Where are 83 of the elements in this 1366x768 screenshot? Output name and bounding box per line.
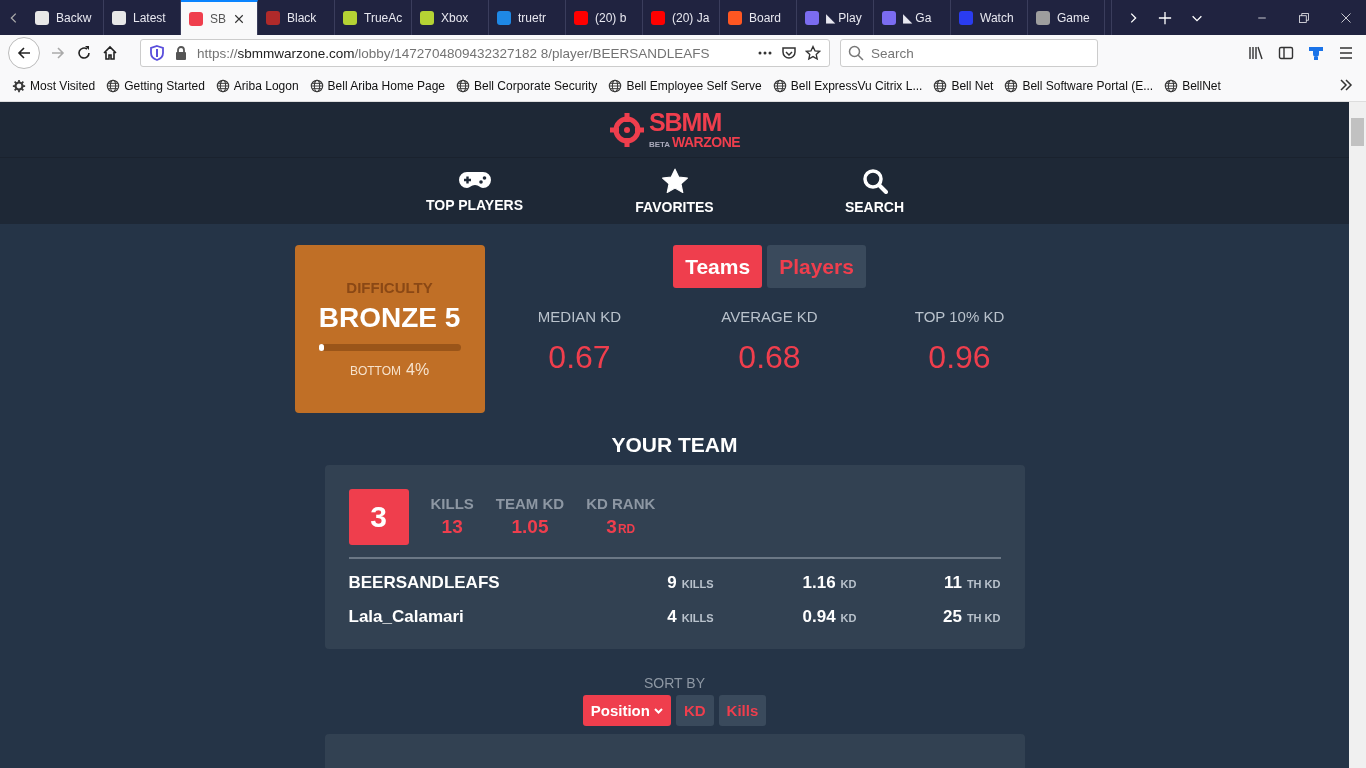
globe-icon[interactable]: [456, 79, 470, 93]
site-logo[interactable]: SBMM BETA WARZONE: [608, 110, 741, 149]
stat-label: KD RANK: [586, 495, 656, 512]
globe-icon[interactable]: [772, 79, 787, 93]
stat-value: 0.68: [738, 339, 801, 376]
stat-value: 3RD: [606, 516, 636, 538]
globe-icon[interactable]: [933, 79, 948, 93]
address-bar[interactable]: https://sbmmwarzone.com/lobby/1472704809432327182 8/player/BEERSANDLEAFS: [140, 39, 830, 67]
view-tab[interactable]: Teams: [673, 245, 763, 288]
stat-value: 13: [441, 516, 463, 538]
globe-icon[interactable]: [1004, 79, 1019, 93]
back-arrow-icon[interactable]: [16, 45, 32, 61]
reload-icon[interactable]: [76, 45, 92, 61]
pocket-icon[interactable]: [781, 45, 797, 61]
search-icon[interactable]: [861, 167, 888, 194]
extension-icon[interactable]: [1308, 45, 1324, 61]
stat-value: 1.05: [511, 516, 549, 538]
unit-label: KILLS: [681, 612, 714, 624]
close-icon[interactable]: [233, 12, 245, 25]
browser-tab[interactable]: SB: [181, 0, 258, 35]
sort-label: SORT BY: [644, 675, 705, 691]
percentile-label: BOTTOM: [349, 364, 401, 378]
stat-label: TEAM KD: [495, 495, 565, 512]
player-name[interactable]: BEERSANDLEAFS: [348, 573, 584, 593]
percentile-value: 4%: [406, 361, 430, 379]
star-icon[interactable]: [805, 45, 821, 61]
player-kd: 0.94: [802, 607, 836, 627]
sort-button[interactable]: Position: [582, 695, 671, 726]
home-icon[interactable]: [102, 45, 118, 61]
globe-icon[interactable]: [215, 79, 230, 93]
caret-icon: [653, 707, 663, 714]
stat-value: 0.96: [928, 339, 991, 376]
unit-label: KILLS: [681, 578, 714, 590]
nav-link[interactable]: FAVORITES: [574, 158, 775, 224]
close-icon[interactable]: [1340, 11, 1352, 24]
bookmark-item[interactable]: Most Visited: [12, 79, 96, 93]
nav-link[interactable]: SEARCH: [774, 158, 975, 224]
globe-icon[interactable]: [608, 79, 623, 93]
scrollbar[interactable]: [1349, 102, 1366, 768]
bookmark-item[interactable]: Getting Started: [106, 79, 205, 93]
library-icon[interactable]: [1248, 45, 1264, 61]
shield-icon[interactable]: [149, 45, 165, 61]
bookmark-item[interactable]: Bell Corporate Security: [456, 79, 598, 93]
player-name[interactable]: Lala_Calamari: [348, 607, 584, 627]
sidebar-icon[interactable]: [1278, 45, 1294, 61]
player-kills: 4: [667, 607, 677, 627]
bookmark-item[interactable]: Bell Software Portal (E...: [1004, 79, 1154, 93]
lock-icon[interactable]: [173, 45, 189, 61]
back-button[interactable]: [8, 37, 40, 69]
bookmark-item[interactable]: Bell ExpressVu Citrix L...: [772, 79, 923, 93]
globe-icon[interactable]: [106, 79, 121, 93]
bookmark-item[interactable]: BellNet: [1164, 79, 1221, 93]
bookmark-item[interactable]: Ariba Logon: [215, 79, 299, 93]
player-rank: 11: [943, 573, 962, 593]
player-rank: 25: [942, 607, 962, 627]
gear-icon[interactable]: [12, 79, 26, 93]
player-kd: 1.16: [802, 573, 836, 593]
stat-label: KILLS: [430, 495, 474, 512]
unit-label: TH KD: [966, 612, 1001, 624]
url-text: https://sbmmwarzone.com/lobby/1472704809432327182 8/player/BEERSANDLEAFS: [197, 45, 711, 61]
bookmark-item[interactable]: Bell Ariba Home Page: [309, 79, 445, 93]
unit-label: KD: [840, 578, 857, 590]
menu-icon[interactable]: [1338, 45, 1354, 61]
stat-value: 0.67: [548, 339, 611, 376]
crosshair-icon: [608, 111, 645, 148]
team-position: 3: [348, 489, 409, 545]
unit-label: TH KD: [966, 578, 1001, 590]
stat-label: TOP 10% KD: [914, 308, 1005, 325]
unit-label: KD: [840, 612, 857, 624]
stat-label: AVERAGE KD: [721, 308, 818, 325]
bookmark-item[interactable]: Bell Employee Self Serve: [608, 79, 762, 93]
restore-icon[interactable]: [1298, 11, 1310, 24]
difficulty-rank: BRONZE 5: [318, 302, 461, 334]
player-kills: 9: [667, 573, 677, 593]
bookmark-item[interactable]: Bell Net: [933, 79, 994, 93]
stat-label: MEDIAN KD: [537, 308, 622, 325]
search-field[interactable]: Search: [840, 39, 1098, 67]
new-tab-icon[interactable]: [1158, 10, 1172, 25]
globe-icon[interactable]: [309, 79, 324, 93]
globe-icon[interactable]: [1164, 79, 1179, 93]
section-heading: YOUR TEAM: [610, 433, 739, 457]
chevron-double-icon[interactable]: [1338, 76, 1354, 93]
nav-link[interactable]: TOP PLAYERS: [374, 158, 575, 224]
